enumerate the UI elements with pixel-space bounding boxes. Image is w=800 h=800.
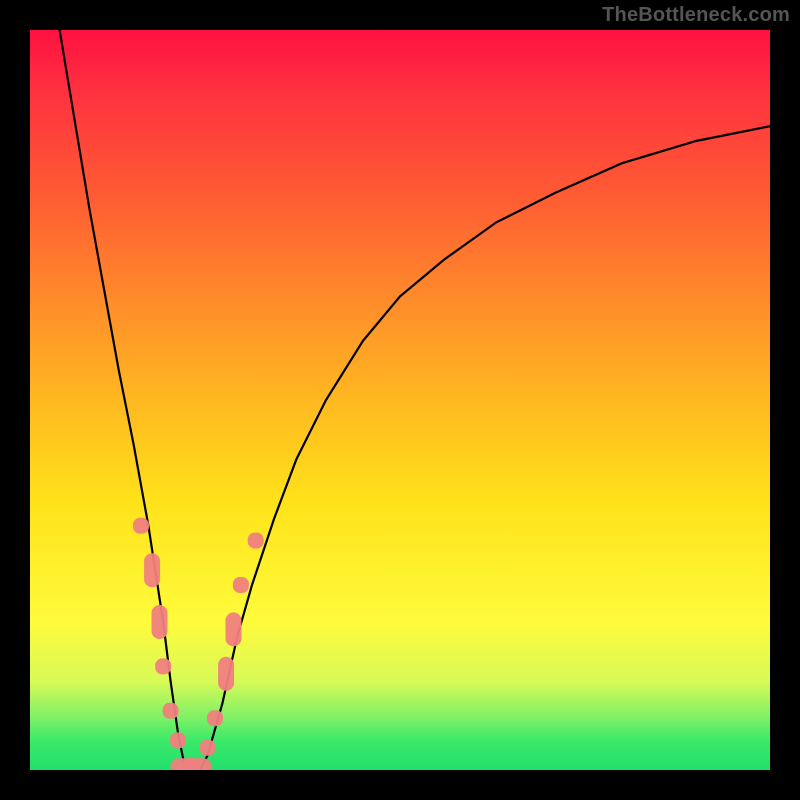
data-marker — [248, 533, 264, 549]
data-marker — [200, 740, 216, 756]
chart-svg — [30, 30, 770, 770]
chart-frame: TheBottleneck.com — [0, 0, 800, 800]
data-marker — [133, 518, 149, 534]
plot-area — [30, 30, 770, 770]
data-marker — [144, 553, 160, 587]
marker-layer — [133, 518, 264, 770]
data-marker — [207, 710, 223, 726]
data-marker — [233, 577, 249, 593]
watermark-text: TheBottleneck.com — [602, 4, 790, 27]
data-marker — [152, 605, 168, 639]
data-marker — [170, 732, 186, 748]
data-marker — [226, 612, 242, 646]
data-marker — [218, 657, 234, 691]
data-marker — [163, 703, 179, 719]
data-marker — [155, 658, 171, 674]
data-marker — [182, 758, 212, 770]
